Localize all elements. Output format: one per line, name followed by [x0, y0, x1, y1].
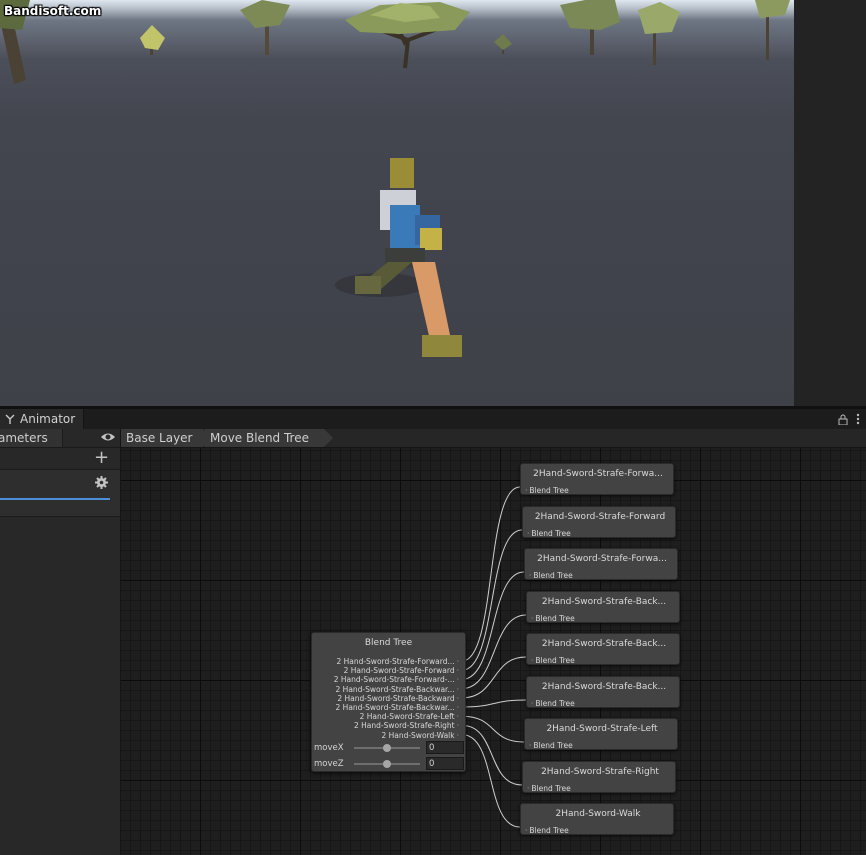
motion-node-subtitle: Blend Tree	[527, 529, 570, 538]
motion-node-title: 2Hand-Sword-Strafe-Left	[546, 724, 658, 734]
movez-slider-knob[interactable]	[383, 760, 391, 768]
acacia-tree	[345, 2, 470, 69]
tab-animator-label: Animator	[20, 412, 76, 426]
kebab-menu-icon[interactable]	[856, 413, 860, 425]
movex-slider[interactable]	[354, 744, 420, 752]
blend-child-3: 2 Hand-Sword-Strafe-Forward-...	[334, 675, 459, 684]
movez-value-field[interactable]: 0	[426, 757, 464, 770]
motion-node-7[interactable]: 2Hand-Sword-Strafe-Left Blend Tree	[524, 718, 678, 750]
motion-node-1[interactable]: 2Hand-Sword-Strafe-Forwa... Blend Tree	[520, 463, 674, 495]
motion-node-subtitle: Blend Tree	[531, 699, 574, 708]
connection-wire	[461, 715, 525, 743]
motion-node-subtitle: Blend Tree	[531, 614, 574, 623]
motion-node-9[interactable]: 2Hand-Sword-Walk Blend Tree	[520, 803, 674, 835]
blend-child-9: 2 Hand-Sword-Walk	[334, 731, 459, 740]
tab-parameters[interactable]: ameters	[0, 429, 63, 447]
motion-node-title: 2Hand-Sword-Strafe-Forwa...	[533, 469, 663, 479]
tree-cluster	[560, 0, 790, 65]
motion-node-subtitle: Blend Tree	[531, 656, 574, 665]
motion-node-title: 2Hand-Sword-Walk	[555, 809, 641, 819]
blend-child-1: 2 Hand-Sword-Strafe-Forward...	[334, 657, 459, 666]
connection-wire	[461, 571, 525, 680]
tree-small-1	[140, 25, 165, 55]
tree-small-2	[494, 34, 512, 54]
blend-child-6: 2 Hand-Sword-Strafe-Backwar...	[334, 703, 459, 712]
motion-node-subtitle: Blend Tree	[527, 784, 570, 793]
blend-child-7: 2 Hand-Sword-Strafe-Left	[334, 712, 459, 721]
connection-wire	[461, 734, 521, 828]
motion-node-subtitle: Blend Tree	[525, 826, 568, 835]
parameter-search-row[interactable]	[0, 469, 120, 517]
plus-icon[interactable]: +	[94, 449, 109, 467]
motion-node-title: 2Hand-Sword-Strafe-Forward	[534, 512, 666, 522]
motion-node-2[interactable]: 2Hand-Sword-Strafe-Forward Blend Tree	[522, 506, 676, 538]
character-model	[355, 158, 462, 357]
motion-node-subtitle: Blend Tree	[525, 486, 568, 495]
tree-2	[240, 0, 290, 55]
animator-icon	[5, 414, 15, 424]
window-tab-bar: Animator	[0, 409, 866, 430]
motion-node-title: 2Hand-Sword-Strafe-Back...	[541, 639, 667, 649]
movex-slider-knob[interactable]	[383, 744, 391, 752]
motion-node-3[interactable]: 2Hand-Sword-Strafe-Forwa... Blend Tree	[524, 548, 678, 580]
blend-tree-node[interactable]: Blend Tree 2 Hand-Sword-Strafe-Forward..…	[311, 632, 466, 772]
connection-wire	[461, 699, 527, 708]
motion-node-5[interactable]: 2Hand-Sword-Strafe-Back... Blend Tree	[526, 633, 680, 665]
param-label-movex: moveX	[314, 743, 344, 753]
motion-node-subtitle: Blend Tree	[529, 571, 572, 580]
param-row-movex: moveX 0	[314, 741, 464, 755]
gear-icon[interactable]	[95, 476, 108, 489]
scene-view[interactable]: Bandisoft.com	[0, 0, 794, 406]
motion-node-title: 2Hand-Sword-Strafe-Back...	[541, 597, 667, 607]
param-row-movez: moveZ 0	[314, 757, 464, 771]
scene-render	[0, 0, 790, 357]
motion-node-title: 2Hand-Sword-Strafe-Back...	[541, 682, 667, 692]
tab-controls	[838, 409, 860, 429]
motion-node-subtitle: Blend Tree	[529, 741, 572, 750]
lock-icon[interactable]	[838, 414, 848, 425]
movex-value-field[interactable]: 0	[426, 741, 464, 754]
search-focus-underline	[0, 498, 110, 500]
blend-child-8: 2 Hand-Sword-Strafe-Right	[334, 721, 459, 730]
connection-wires	[461, 486, 527, 828]
param-label-movez: moveZ	[314, 759, 344, 769]
eye-icon[interactable]	[100, 430, 116, 444]
inspector-panel-edge	[794, 0, 866, 406]
parameters-header: ameters	[0, 429, 120, 448]
motion-node-title: 2Hand-Sword-Strafe-Right	[541, 767, 659, 777]
animator-graph[interactable]: Base Layer Move Blend Tree Blend Tree 2 …	[121, 429, 866, 855]
blend-child-2: 2 Hand-Sword-Strafe-Forward	[334, 666, 459, 675]
motion-node-4[interactable]: 2Hand-Sword-Strafe-Back... Blend Tree	[526, 591, 680, 623]
connection-wire	[461, 656, 527, 699]
motion-node-8[interactable]: 2Hand-Sword-Strafe-Right Blend Tree	[522, 761, 676, 793]
motion-node-6[interactable]: 2Hand-Sword-Strafe-Back... Blend Tree	[526, 676, 680, 708]
blend-tree-title: Blend Tree	[364, 638, 413, 648]
blend-child-5: 2 Hand-Sword-Strafe-Backward	[334, 694, 459, 703]
parameters-panel: ameters +	[0, 429, 121, 855]
blend-child-4: 2 Hand-Sword-Strafe-Backwar...	[334, 685, 459, 694]
connection-wire	[461, 724, 523, 786]
connection-wire	[461, 529, 523, 671]
blend-tree-children: 2 Hand-Sword-Strafe-Forward... 2 Hand-Sw…	[334, 657, 459, 740]
motion-node-title: 2Hand-Sword-Strafe-Forwa...	[537, 554, 667, 564]
tab-animator[interactable]: Animator	[0, 409, 85, 429]
movez-slider[interactable]	[354, 760, 420, 768]
watermark: Bandisoft.com	[4, 4, 102, 18]
